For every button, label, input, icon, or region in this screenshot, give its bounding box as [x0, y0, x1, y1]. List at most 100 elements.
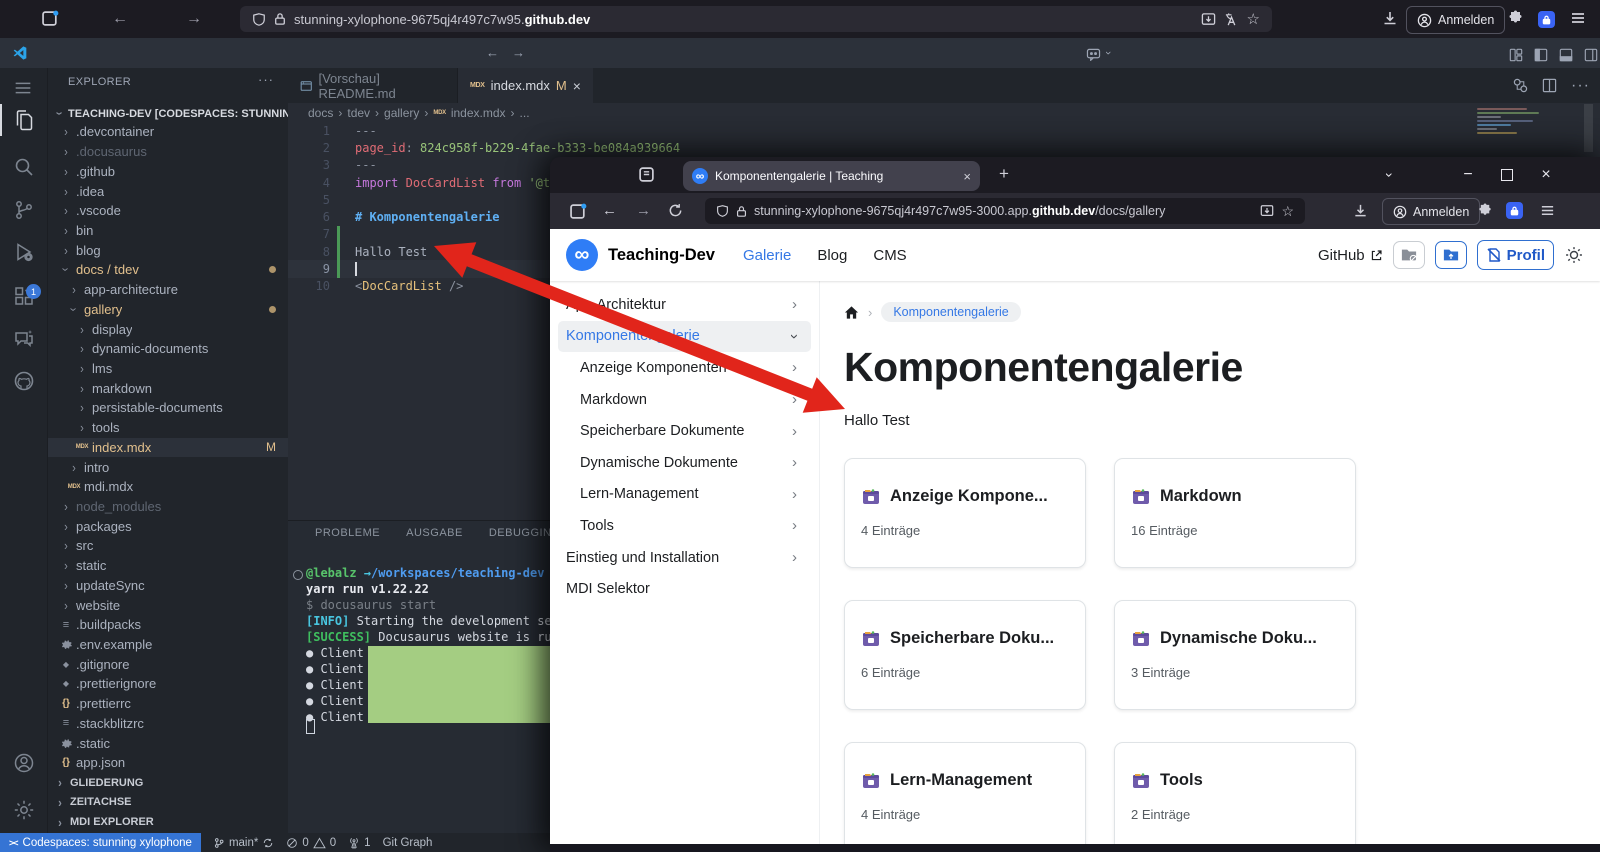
chevron-right-icon[interactable]: › [792, 391, 797, 408]
shield-icon[interactable] [252, 12, 266, 27]
nav-link-blog[interactable]: Blog [817, 247, 847, 264]
sidebar-item-dynamische-dokumente[interactable]: Dynamische Dokumente› [558, 447, 811, 479]
sidebar-item-lern-management[interactable]: Lern-Management› [558, 479, 811, 511]
tree-item-blog[interactable]: ›blog [48, 240, 288, 260]
sidebar-item-speicherbare-dokumente[interactable]: Speicherbare Dokumente› [558, 415, 811, 447]
doc-card-lern-management[interactable]: Lern-Management4 Einträge [844, 742, 1086, 844]
home-icon[interactable] [844, 305, 859, 320]
sidebar-section-zeitachse[interactable]: ›ZEITACHSE [48, 792, 288, 812]
github-view-icon[interactable] [12, 369, 36, 393]
tree-item-idea[interactable]: ›.idea [48, 181, 288, 201]
breadcrumb-item[interactable]: index.mdx [451, 106, 506, 120]
source-control-view-icon[interactable] [12, 198, 36, 222]
extensions-icon[interactable] [1508, 10, 1524, 26]
branch-indicator[interactable]: main* [213, 837, 274, 849]
tab-readme-preview[interactable]: [Vorschau] README.md [288, 68, 458, 103]
explorer-view-icon[interactable] [12, 108, 36, 132]
tree-item-static[interactable]: ›static [48, 556, 288, 576]
password-manager-extension-icon[interactable] [1506, 202, 1523, 219]
tree-item-docusaurus[interactable]: ›.docusaurus [48, 142, 288, 162]
chevron-right-icon[interactable]: › [792, 549, 797, 566]
editor-scrollbar[interactable] [1584, 104, 1593, 152]
explorer-more-actions-icon[interactable]: ··· [258, 72, 274, 87]
doc-card-markdown[interactable]: Markdown16 Einträge [1114, 458, 1356, 568]
close-tab-icon[interactable]: × [963, 169, 971, 184]
tree-item-src[interactable]: ›src [48, 536, 288, 556]
chevron-down-icon[interactable]: › [786, 334, 803, 339]
editor-forward-icon[interactable]: → [512, 49, 525, 57]
problems-indicator[interactable]: 0 0 [286, 837, 336, 849]
doc-card-speicherbare-doku[interactable]: Speicherbare Doku...6 Einträge [844, 600, 1086, 710]
close-window-icon[interactable]: × [1529, 157, 1563, 193]
menu-icon[interactable] [1570, 10, 1586, 26]
reload-button[interactable] [668, 203, 683, 218]
tree-item-gallery[interactable]: ›gallery [48, 299, 288, 319]
doc-card-tools[interactable]: Tools2 Einträge [1114, 742, 1356, 844]
nav-link-cms[interactable]: CMS [873, 247, 906, 264]
firefox-view-icon[interactable] [638, 166, 655, 183]
address-bar[interactable]: stunning-xylophone-9675qj4r497c7w95.gith… [240, 6, 1272, 32]
tree-item-mdi-mdx[interactable]: MDXmdi.mdx [48, 477, 288, 497]
sync-folder-disabled-button[interactable] [1393, 241, 1425, 269]
tree-item-index-mdx[interactable]: MDXindex.mdxM [48, 438, 288, 458]
tree-item-docs-tdev[interactable]: ›docs / tdev [48, 260, 288, 280]
chevron-right-icon[interactable]: › [792, 486, 797, 503]
extensions-icon[interactable] [1478, 203, 1493, 218]
tree-item-stackblitzrc[interactable]: ≡.stackblitzrc [48, 714, 288, 734]
sidebar-item-anzeige-komponenten[interactable]: Anzeige Komponenten› [558, 352, 811, 384]
sidebar-item-einstieg-und-installation[interactable]: Einstieg und Installation› [558, 542, 811, 574]
tree-item-website[interactable]: ›website [48, 595, 288, 615]
panel-tab-probleme[interactable]: PROBLEME [315, 527, 380, 539]
remote-indicator[interactable]: >< Codespaces: stunning xylophone [0, 833, 201, 852]
tree-item-app-architecture[interactable]: ›app-architecture [48, 280, 288, 300]
downloads-icon[interactable] [1353, 203, 1368, 218]
browser-tab[interactable]: ∞ Komponentengalerie | Teaching × [683, 161, 980, 191]
tree-item-static[interactable]: .static [48, 733, 288, 753]
chat-view-icon[interactable] [12, 327, 36, 351]
translate-icon[interactable] [1224, 12, 1239, 27]
sidebar-section-gliederung[interactable]: ›GLIEDERUNG [48, 773, 288, 793]
install-icon[interactable] [1260, 204, 1274, 218]
address-bar[interactable]: stunning-xylophone-9675qj4r497c7w95-3000… [705, 198, 1305, 224]
tree-item-node-modules[interactable]: ›node_modules [48, 497, 288, 517]
breadcrumb-current[interactable]: Komponentengalerie [881, 302, 1020, 322]
sidebar-item-app-architektur[interactable]: App-Architektur› [558, 289, 811, 321]
bookmark-star-icon[interactable]: ☆ [1281, 203, 1294, 220]
tree-item-prettierrc[interactable]: {}.prettierrc [48, 694, 288, 714]
minimize-window-icon[interactable]: − [1451, 157, 1485, 193]
sidebar-item-mdi-selektor[interactable]: MDI Selektor [558, 573, 811, 605]
bookmark-star-icon[interactable]: ☆ [1247, 10, 1260, 28]
copilot-chevron-icon[interactable]: › [1102, 51, 1114, 55]
toggle-panel-icon[interactable] [1559, 48, 1573, 62]
shield-icon[interactable] [716, 204, 729, 218]
app-menu-icon[interactable] [12, 77, 36, 101]
minimap[interactable] [1477, 108, 1545, 136]
theme-toggle-sun-icon[interactable] [1564, 245, 1584, 265]
sidebar-item-komponentengalerie[interactable]: Komponentengalerie› [558, 321, 811, 353]
breadcrumb-item[interactable]: gallery [384, 106, 419, 120]
back-button[interactable]: ← [112, 10, 128, 28]
tree-item-gitignore[interactable]: ◆.gitignore [48, 654, 288, 674]
tree-item-app-json[interactable]: {}app.json [48, 753, 288, 773]
tree-item-persistable-documents[interactable]: ›persistable-documents [48, 398, 288, 418]
downloads-icon[interactable] [1382, 10, 1398, 26]
tree-item-prettierignore[interactable]: ◆.prettierignore [48, 674, 288, 694]
new-tab-icon[interactable]: + [999, 164, 1009, 184]
ports-indicator[interactable]: 1 [348, 837, 370, 849]
signin-button[interactable]: Anmelden [1406, 6, 1505, 34]
settings-gear-icon[interactable] [12, 798, 36, 822]
git-graph-item[interactable]: Git Graph [383, 837, 433, 849]
chevron-right-icon[interactable]: › [792, 454, 797, 471]
sidebar-item-markdown[interactable]: Markdown› [558, 384, 811, 416]
list-tabs-chevron-icon[interactable]: › [1372, 158, 1408, 192]
tree-item-updatesync[interactable]: ›updateSync [48, 576, 288, 596]
breadcrumb-item[interactable]: tdev [347, 106, 370, 120]
tree-item-github[interactable]: ›.github [48, 161, 288, 181]
tree-item-intro[interactable]: ›intro [48, 457, 288, 477]
install-icon[interactable] [1201, 12, 1216, 27]
tree-item-bin[interactable]: ›bin [48, 221, 288, 241]
breadcrumb-item[interactable]: docs [308, 106, 333, 120]
chevron-right-icon[interactable]: › [792, 359, 797, 376]
back-button[interactable]: ← [602, 202, 617, 219]
firefox-view-icon[interactable] [42, 10, 59, 27]
